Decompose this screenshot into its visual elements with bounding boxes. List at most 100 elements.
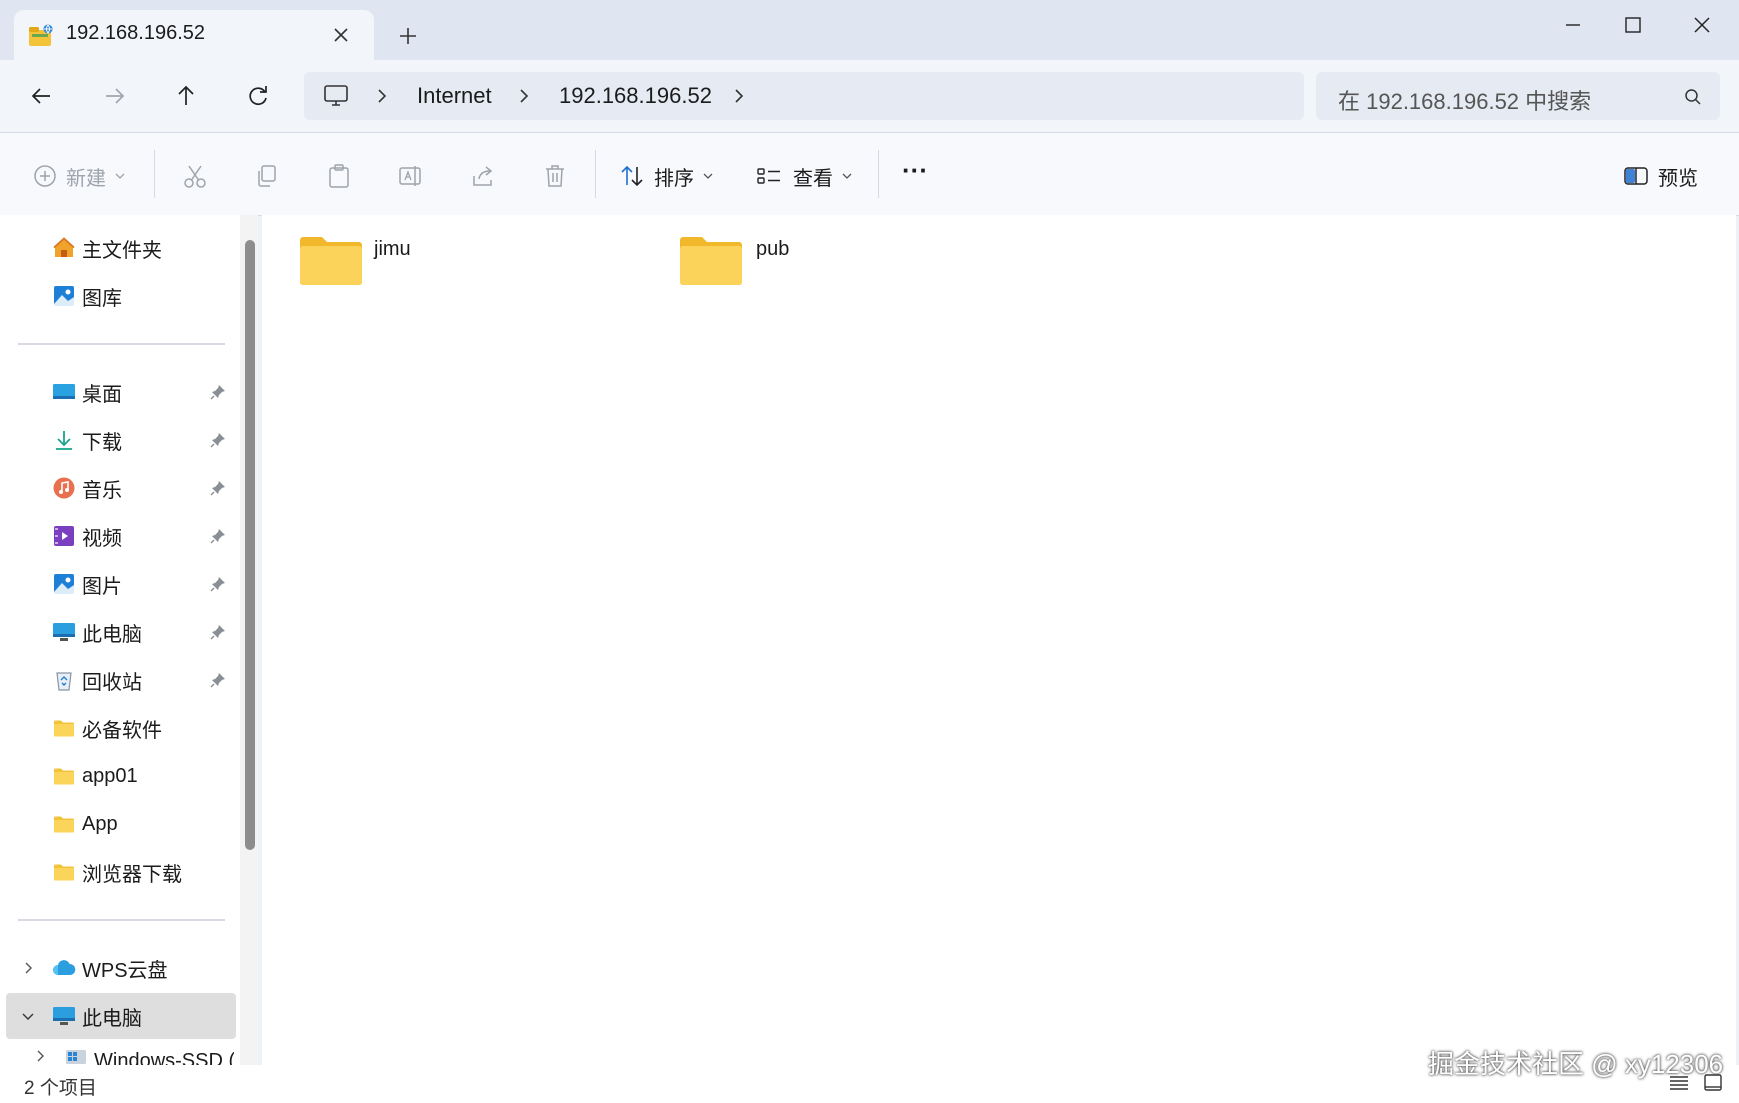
desktop-icon	[52, 380, 76, 404]
cloud-icon	[52, 956, 76, 980]
sidebar-item-label: WPS云盘	[82, 959, 168, 982]
network-folder-icon	[28, 24, 54, 48]
minimize-button[interactable]	[1550, 10, 1594, 40]
pin-icon[interactable]	[210, 384, 226, 400]
chevron-down-icon[interactable]	[20, 1008, 36, 1024]
preview-pane-button[interactable]: 预览	[1622, 160, 1698, 192]
sidebar-item-home[interactable]: 主文件夹	[22, 228, 234, 268]
sidebar-item-pictures[interactable]: 图片	[22, 564, 234, 604]
sidebar-item-label: 此电脑	[82, 623, 142, 646]
computer-icon	[52, 1004, 76, 1028]
sidebar-divider	[18, 343, 225, 345]
maximize-button[interactable]	[1610, 10, 1654, 40]
sidebar-item-label: Windows-SSD (	[94, 1050, 234, 1065]
sidebar-item-folder[interactable]: app01	[22, 756, 234, 796]
view-button-label: 查看	[793, 167, 833, 190]
breadcrumb-separator-icon[interactable]	[516, 86, 532, 106]
pin-icon[interactable]	[210, 528, 226, 544]
sidebar-item-downloads[interactable]: 下载	[22, 420, 234, 460]
sidebar-item-label: 主文件夹	[82, 239, 162, 262]
home-icon	[52, 236, 76, 260]
folder-item[interactable]: jimu	[296, 232, 476, 292]
sidebar-item-music[interactable]: 音乐	[22, 468, 234, 508]
folder-name: jimu	[374, 238, 411, 260]
chevron-down-icon	[114, 170, 126, 182]
new-tab-button[interactable]	[396, 24, 420, 48]
computer-icon[interactable]	[322, 84, 350, 108]
preview-pane-icon	[1622, 162, 1650, 190]
sidebar-item-label: 图片	[82, 575, 122, 598]
share-button[interactable]	[469, 160, 497, 192]
pin-icon[interactable]	[210, 480, 226, 496]
close-window-button[interactable]	[1680, 10, 1724, 40]
share-icon	[469, 162, 497, 190]
recycle-bin-icon	[52, 668, 76, 692]
trash-icon	[541, 162, 569, 190]
file-list-area[interactable]	[262, 215, 1736, 1065]
paste-button[interactable]	[325, 160, 353, 192]
new-button[interactable]: 新建	[32, 160, 126, 192]
sidebar-item-drive[interactable]: Windows-SSD (	[0, 1044, 234, 1065]
pin-icon[interactable]	[210, 624, 226, 640]
search-icon[interactable]	[1682, 86, 1704, 108]
sidebar-item-gallery[interactable]: 图库	[22, 276, 234, 316]
rename-button[interactable]	[397, 160, 425, 192]
breadcrumb-item[interactable]: 192.168.196.52	[559, 83, 712, 109]
sidebar-divider	[18, 919, 225, 921]
copy-icon	[253, 162, 281, 190]
sidebar-item-label: 图库	[82, 287, 122, 310]
search-input[interactable]: 在 192.168.196.52 中搜索	[1338, 84, 1591, 116]
close-tab-icon[interactable]	[330, 24, 352, 46]
sort-button-label: 排序	[654, 167, 694, 190]
sidebar-item-label: 音乐	[82, 479, 122, 502]
folder-icon	[678, 236, 744, 286]
sidebar-item-wps-cloud[interactable]: WPS云盘	[0, 948, 234, 988]
sidebar-item-folder[interactable]: App	[22, 804, 234, 844]
pin-icon[interactable]	[210, 576, 226, 592]
view-button[interactable]: 查看	[755, 160, 853, 192]
toolbar-divider	[595, 150, 596, 198]
sidebar-item-this-pc-tree[interactable]: 此电脑	[0, 996, 234, 1036]
up-button[interactable]	[168, 78, 204, 114]
gallery-icon	[52, 284, 76, 308]
item-count: 2 个项目	[24, 1078, 97, 1099]
computer-icon	[52, 620, 76, 644]
sidebar-item-desktop[interactable]: 桌面	[22, 372, 234, 412]
breadcrumb-separator-icon[interactable]	[731, 86, 747, 106]
large-icons-view-icon[interactable]	[1702, 1072, 1724, 1094]
copy-button[interactable]	[253, 160, 281, 192]
pin-icon[interactable]	[210, 432, 226, 448]
sidebar-item-videos[interactable]: 视频	[22, 516, 234, 556]
more-options-button[interactable]: ···	[902, 154, 928, 186]
sidebar-item-label: 视频	[82, 527, 122, 550]
sidebar-item-label: 下载	[82, 431, 122, 454]
cut-button[interactable]	[181, 160, 209, 192]
breadcrumb-separator-icon[interactable]	[374, 86, 390, 106]
view-layout-icon	[755, 162, 783, 190]
sidebar-scrollbar-thumb[interactable]	[245, 240, 255, 850]
pictures-icon	[52, 572, 76, 596]
scissors-icon	[181, 162, 209, 190]
preview-button-label: 预览	[1658, 167, 1698, 190]
refresh-button[interactable]	[240, 78, 276, 114]
breadcrumb-item[interactable]: Internet	[417, 83, 492, 109]
sidebar-item-folder[interactable]: 浏览器下载	[22, 852, 234, 892]
sidebar-item-recycle-bin[interactable]: 回收站	[22, 660, 234, 700]
back-button[interactable]	[24, 78, 60, 114]
chevron-right-icon[interactable]	[32, 1048, 48, 1064]
forward-button[interactable]	[96, 78, 132, 114]
drive-icon	[64, 1046, 88, 1065]
delete-button[interactable]	[541, 160, 569, 192]
details-view-icon[interactable]	[1668, 1072, 1690, 1094]
music-icon	[52, 476, 76, 500]
folder-icon	[52, 812, 76, 836]
folder-item[interactable]: pub	[676, 232, 856, 292]
sort-button[interactable]: 排序	[618, 160, 714, 192]
sidebar-item-label: app01	[82, 764, 138, 787]
sidebar-item-this-pc[interactable]: 此电脑	[22, 612, 234, 652]
plus-circle-icon	[32, 163, 58, 189]
chevron-right-icon[interactable]	[20, 960, 36, 976]
pin-icon[interactable]	[210, 672, 226, 688]
sidebar-item-folder[interactable]: 必备软件	[22, 708, 234, 748]
chevron-down-icon	[702, 170, 714, 182]
